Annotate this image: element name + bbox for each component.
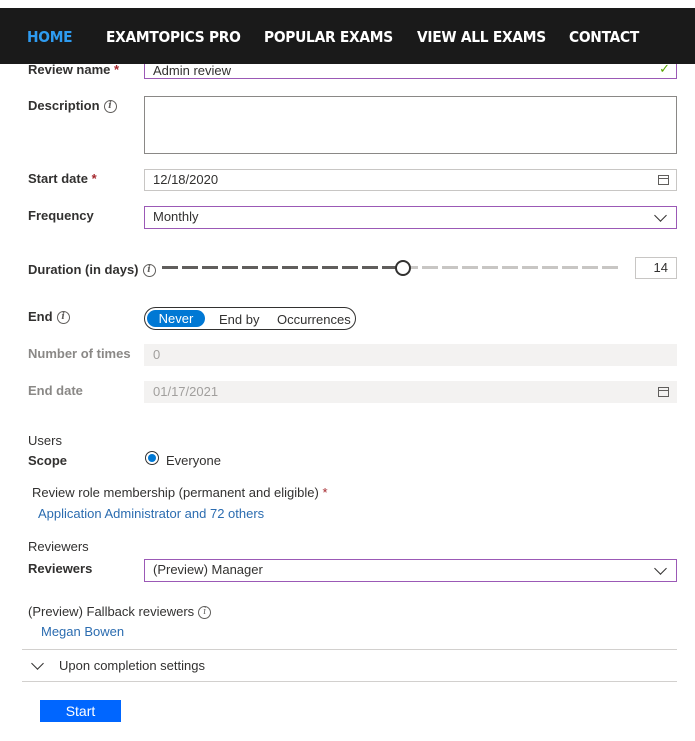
frequency-dropdown[interactable]: Monthly [144, 206, 677, 229]
slider-segment [162, 266, 178, 269]
start-date-input[interactable]: 12/18/2020 [144, 169, 677, 191]
reviewers-section-title: Reviewers [28, 539, 89, 554]
users-section-title: Users [28, 433, 62, 448]
start-date-label: Start date * [28, 171, 97, 186]
frequency-label: Frequency [28, 208, 94, 223]
nav-view-all-exams[interactable]: VIEW ALL EXAMS [417, 28, 546, 46]
slider-segment [522, 266, 538, 269]
info-icon: i [103, 100, 117, 114]
slider-segment [342, 266, 358, 269]
slider-segment [502, 266, 518, 269]
slider-segment [542, 266, 558, 269]
description-label: Description i [28, 98, 117, 114]
fallback-reviewer-link[interactable]: Megan Bowen [41, 624, 124, 639]
info-icon: i [142, 264, 156, 278]
fallback-reviewers-label: (Preview) Fallback reviewers i [28, 604, 212, 620]
slider-segment [202, 266, 218, 269]
slider-segment [282, 266, 298, 269]
end-option-end-by[interactable]: End by [219, 312, 259, 327]
nav-home[interactable]: HOME [27, 28, 73, 46]
slider-segment [262, 266, 278, 269]
divider [22, 649, 677, 650]
chevron-down-icon[interactable] [31, 657, 44, 670]
divider [22, 681, 677, 682]
slider-segment [442, 266, 458, 269]
info-icon: i [56, 311, 70, 325]
slider-segment [422, 266, 438, 269]
completion-settings-toggle[interactable]: Upon completion settings [59, 658, 205, 673]
end-option-never[interactable]: Never [147, 310, 205, 327]
info-icon: i [198, 606, 212, 620]
slider-segment [362, 266, 378, 269]
role-membership-link[interactable]: Application Administrator and 72 others [38, 506, 264, 521]
slider-segment [582, 266, 598, 269]
slider-segment [182, 266, 198, 269]
nav-examtopics-pro[interactable]: EXAMTOPICS PRO [106, 28, 241, 46]
reviewers-label: Reviewers [28, 561, 93, 576]
duration-input[interactable]: 14 [635, 257, 677, 279]
end-date-label: End date [28, 383, 83, 398]
scope-label: Scope [28, 453, 68, 468]
slider-segment [562, 266, 578, 269]
calendar-icon [658, 387, 669, 397]
nav-popular-exams[interactable]: POPULAR EXAMS [264, 28, 393, 46]
slider-segment [302, 266, 318, 269]
review-name-input[interactable]: Admin review ✓ [144, 61, 677, 79]
end-label: End i [28, 309, 70, 325]
reviewers-dropdown[interactable]: (Preview) Manager [144, 559, 677, 582]
end-option-occurrences[interactable]: Occurrences [277, 312, 351, 327]
start-button[interactable]: Start [40, 700, 121, 722]
radio-selected-dot [148, 454, 156, 462]
slider-segment [602, 266, 618, 269]
role-membership-label: Review role membership (permanent and el… [32, 485, 328, 500]
nav-contact[interactable]: CONTACT [569, 28, 639, 46]
slider-segment [482, 266, 498, 269]
calendar-icon[interactable] [658, 175, 669, 185]
scope-everyone-label[interactable]: Everyone [166, 453, 221, 468]
slider-segment [222, 266, 238, 269]
description-textarea[interactable] [144, 96, 677, 154]
check-icon: ✓ [659, 61, 670, 76]
review-name-label: Review name * [28, 62, 120, 77]
slider-segment [322, 266, 338, 269]
end-date-input: 01/17/2021 [144, 381, 677, 403]
duration-label: Duration (in days) i [28, 262, 156, 278]
number-of-times-input: 0 [144, 344, 677, 366]
duration-slider[interactable] [162, 259, 626, 277]
slider-segment [242, 266, 258, 269]
number-of-times-label: Number of times [28, 346, 131, 361]
slider-segment [462, 266, 478, 269]
slider-thumb[interactable] [395, 260, 411, 276]
